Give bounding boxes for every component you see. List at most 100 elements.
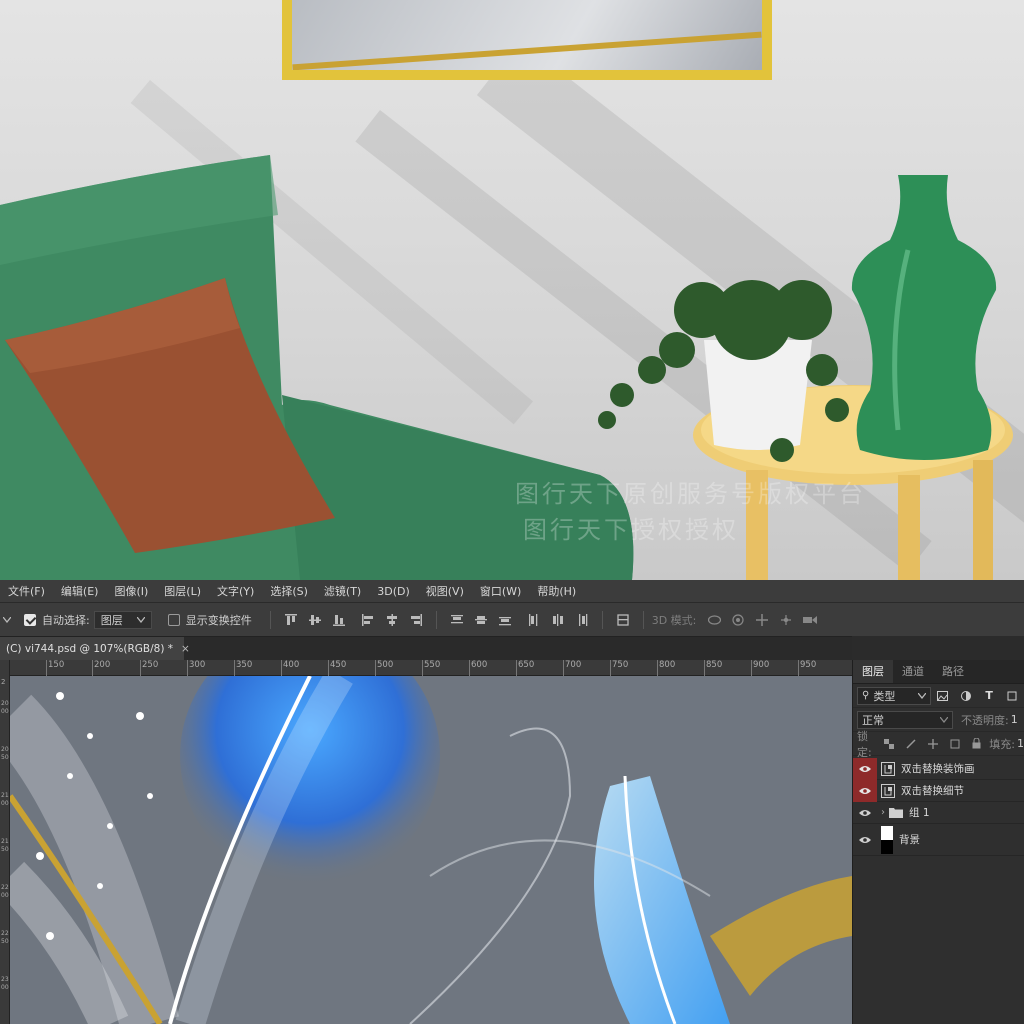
panel-tabs: 图层 通道 路径	[853, 660, 1024, 684]
distribute-left-icon[interactable]	[527, 613, 541, 627]
ruler-tick: 550	[421, 660, 441, 676]
blend-mode-value: 正常	[862, 713, 884, 727]
room-mockup-image: 图行天下原创服务号版权平台 图行天下授权授权	[0, 0, 1024, 580]
auto-select-value: 图层	[100, 613, 123, 627]
opacity-value[interactable]: 1	[1011, 713, 1018, 726]
menu-window[interactable]: 窗口(W)	[472, 583, 529, 599]
feather-artwork	[10, 676, 852, 1024]
menu-select[interactable]: 选择(S)	[262, 583, 316, 599]
align-hcenter-icon[interactable]	[385, 613, 399, 627]
ruler-tick: 150	[45, 660, 65, 676]
layer-row[interactable]: 双击替换细节	[853, 779, 1024, 802]
frame-artwork	[292, 0, 762, 70]
smart-object-icon	[881, 783, 895, 798]
ruler-tick: 2200	[1, 884, 9, 899]
distribute-top-icon[interactable]	[450, 613, 464, 627]
type-filter-icon[interactable]: T	[983, 689, 996, 703]
image-filter-icon[interactable]	[936, 689, 949, 703]
tab-paths[interactable]: 路径	[933, 660, 973, 683]
align-left-icon[interactable]	[361, 613, 375, 627]
menu-help[interactable]: 帮助(H)	[529, 583, 584, 599]
document-tab[interactable]: (C) vi744.psd @ 107%(RGB/8) * ×	[0, 637, 190, 661]
layer-row[interactable]: 背景	[853, 824, 1024, 856]
divider	[601, 610, 603, 629]
visibility-eye-icon[interactable]	[853, 802, 877, 824]
layer-name: 双击替换装饰画	[901, 763, 975, 775]
3d-slide-icon[interactable]	[779, 613, 793, 627]
document-tab-bar: (C) vi744.psd @ 107%(RGB/8) * ×	[0, 636, 852, 661]
folder-icon	[889, 806, 903, 820]
ruler-tick: 2050	[1, 746, 9, 761]
close-icon[interactable]: ×	[181, 643, 190, 655]
3d-roll-icon[interactable]	[731, 613, 745, 627]
auto-align-icon[interactable]	[616, 613, 630, 627]
3d-orbit-icon[interactable]	[707, 613, 721, 627]
align-top-icon[interactable]	[284, 613, 298, 627]
layer-kind-filter[interactable]: ⚲ 类型	[857, 686, 932, 705]
shape-filter-icon[interactable]	[1006, 689, 1019, 703]
auto-select-checkbox[interactable]	[24, 613, 36, 626]
ruler-tick: 2100	[1, 792, 9, 807]
fill-value[interactable]: 1	[1017, 737, 1024, 750]
fill-label: 填充:	[989, 737, 1015, 751]
layer-thumbnail	[881, 825, 893, 854]
document-canvas[interactable]	[10, 676, 852, 1024]
ruler-tick: 350	[233, 660, 253, 676]
lock-artboard-icon[interactable]	[949, 737, 961, 751]
options-bar: 自动选择: 图层 显示变换控件 3D 模式:	[0, 602, 1024, 636]
ruler-tick: 450	[327, 660, 347, 676]
green-vase	[851, 175, 997, 460]
auto-select-dropdown[interactable]: 图层	[93, 610, 152, 629]
layer-row[interactable]: › 组 1	[853, 802, 1024, 824]
smart-object-icon	[881, 761, 895, 776]
menu-layer[interactable]: 图层(L)	[156, 583, 209, 599]
vertical-ruler: 2 2000 2050 2100 2150 2200 2250 2300	[0, 660, 10, 1024]
ruler-tick: 700	[562, 660, 582, 676]
tab-layers[interactable]: 图层	[853, 660, 893, 683]
ruler-tick: 750	[609, 660, 629, 676]
distribute-bottom-icon[interactable]	[498, 613, 512, 627]
layer-name: 双击替换细节	[901, 785, 964, 797]
ruler-tick: 200	[91, 660, 111, 676]
ruler-tick: 800	[656, 660, 676, 676]
chevron-right-icon[interactable]: ›	[881, 807, 885, 818]
lock-all-icon[interactable]	[971, 737, 983, 751]
menu-edit[interactable]: 编辑(E)	[53, 583, 107, 599]
blend-mode-select[interactable]: 正常	[857, 710, 953, 729]
menu-view[interactable]: 视图(V)	[418, 583, 472, 599]
distribute-hcenter-icon[interactable]	[551, 613, 565, 627]
3d-mode-label: 3D 模式:	[651, 613, 697, 627]
3d-pan-icon[interactable]	[755, 613, 769, 627]
ruler-tick: 2250	[1, 930, 9, 945]
adjustment-filter-icon[interactable]	[959, 689, 972, 703]
lock-position-icon[interactable]	[927, 737, 939, 751]
3d-scale-icon[interactable]	[803, 613, 818, 627]
divider	[269, 610, 271, 629]
align-vcenter-icon[interactable]	[308, 613, 322, 627]
visibility-eye-icon[interactable]	[853, 824, 877, 856]
distribute-right-icon[interactable]	[575, 613, 589, 627]
menu-image[interactable]: 图像(I)	[106, 583, 156, 599]
menu-filter[interactable]: 滤镜(T)	[316, 583, 369, 599]
show-transform-label: 显示变换控件	[185, 613, 252, 627]
lock-row: 锁定: 填充: 1	[853, 730, 1024, 759]
distribute-vcenter-icon[interactable]	[474, 613, 488, 627]
visibility-eye-icon[interactable]	[853, 757, 877, 780]
lock-label: 锁定:	[857, 729, 872, 759]
align-right-icon[interactable]	[409, 613, 423, 627]
menu-type[interactable]: 文字(Y)	[209, 583, 262, 599]
ruler-tick: 300	[186, 660, 206, 676]
menu-file[interactable]: 文件(F)	[0, 583, 53, 599]
lock-transparent-icon[interactable]	[884, 737, 896, 751]
show-transform-checkbox[interactable]	[167, 613, 180, 626]
wall-picture-frame	[282, 0, 772, 80]
align-bottom-icon[interactable]	[332, 613, 346, 627]
menu-3d[interactable]: 3D(D)	[369, 585, 418, 598]
tab-channels[interactable]: 通道	[893, 660, 933, 683]
layer-name: 组 1	[909, 807, 930, 819]
layer-row[interactable]: 双击替换装饰画	[853, 757, 1024, 780]
visibility-eye-icon[interactable]	[853, 779, 877, 802]
lock-pixels-icon[interactable]	[905, 737, 917, 751]
ruler-tick: 650	[515, 660, 535, 676]
chevron-down-icon[interactable]	[0, 613, 14, 627]
